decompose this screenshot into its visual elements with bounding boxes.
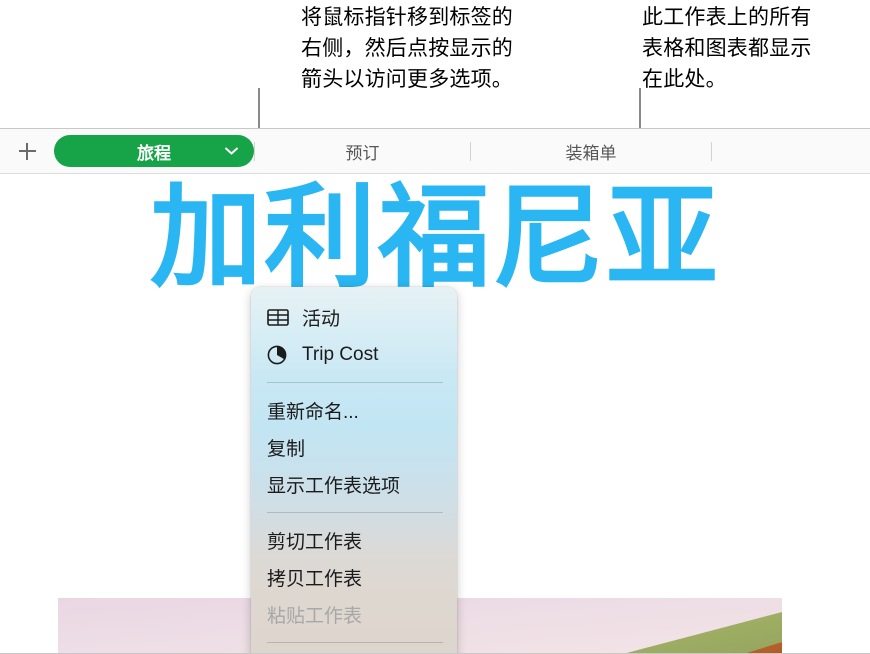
menu-separator	[267, 642, 443, 643]
menu-item-label: 粘贴工作表	[267, 606, 363, 627]
callout-text-left: 将鼠标指针移到标签的 右侧，然后点按显示的 箭头以访问更多选项。	[301, 6, 513, 91]
sheet-tab-bar: 旅程 预订 装箱单	[0, 129, 870, 174]
chevron-down-icon[interactable]	[225, 147, 238, 155]
menu-item-paste-sheet: 粘贴工作表	[251, 596, 457, 633]
table-icon	[267, 307, 293, 329]
plus-icon	[18, 142, 36, 160]
menu-item-duplicate[interactable]: 复制	[251, 429, 457, 466]
sheet-title-text[interactable]: 加利福尼亚	[0, 178, 870, 298]
menu-item-copy-sheet[interactable]: 拷贝工作表	[251, 559, 457, 596]
menu-item-label: 拷贝工作表	[267, 569, 363, 590]
sheet-context-menu[interactable]: 活动 Trip Cost 重新命名... 复制 显示工作表选项 剪切工作表 拷贝…	[251, 287, 457, 653]
callout-text-right: 此工作表上的所有 表格和图表都显示 在此处。	[642, 6, 812, 91]
menu-item-rename[interactable]: 重新命名...	[251, 392, 457, 429]
menu-item-label: 显示工作表选项	[267, 476, 401, 497]
tab-separator	[711, 141, 712, 161]
spreadsheet-window: 旅程 预订 装箱单 加利福尼亚 活动 Trip Cost 重新命名... 复制 …	[0, 128, 870, 654]
add-sheet-button[interactable]	[0, 129, 54, 173]
sheet-tab-packing-label: 装箱单	[565, 143, 617, 163]
menu-item-show-sheet-options[interactable]: 显示工作表选项	[251, 466, 457, 503]
menu-item-cut-sheet[interactable]: 剪切工作表	[251, 522, 457, 559]
menu-item-label: 重新命名...	[267, 402, 359, 423]
menu-separator	[267, 512, 443, 513]
menu-item-chart-trip-cost[interactable]: Trip Cost	[251, 336, 457, 373]
menu-item-table-activity[interactable]: 活动	[251, 299, 457, 336]
menu-separator	[267, 382, 443, 383]
menu-item-label: 剪切工作表	[267, 532, 363, 553]
sheet-tab-trip[interactable]: 旅程	[54, 135, 254, 167]
sheet-tab-packing[interactable]: 装箱单	[471, 135, 711, 167]
menu-item-label: Trip Cost	[302, 343, 379, 365]
menu-item-label: 活动	[302, 309, 341, 330]
sheet-tab-trip-label: 旅程	[137, 143, 171, 163]
menu-item-label: 复制	[267, 439, 306, 460]
sheet-tab-booking-label: 预订	[345, 143, 380, 163]
pie-chart-icon	[267, 344, 293, 366]
sheet-tab-booking[interactable]: 预订	[255, 135, 470, 167]
